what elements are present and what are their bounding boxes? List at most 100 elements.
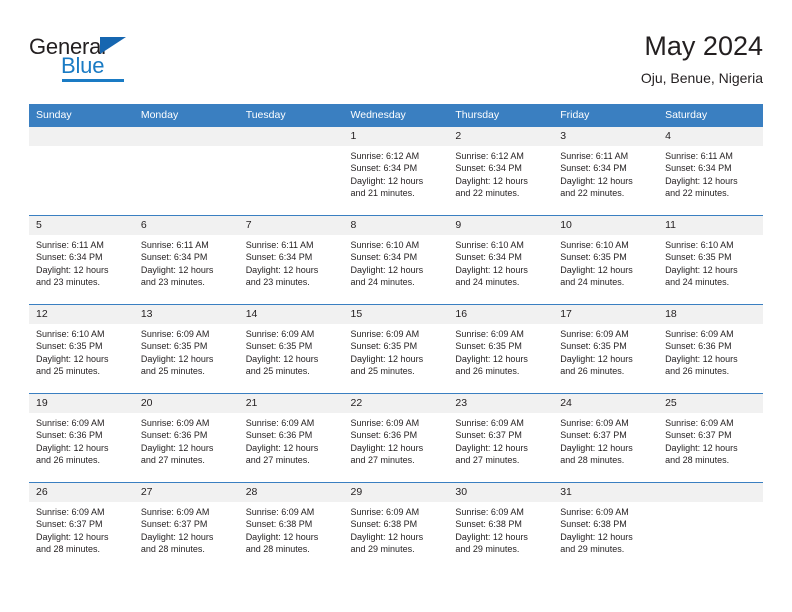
daylight-text-line2: and 26 minutes.	[36, 454, 101, 465]
calendar-week-row: 12 Sunrise: 6:10 AM Sunset: 6:35 PM Dayligh…	[29, 304, 763, 394]
calendar-day-cell[interactable]: 28 Sunrise: 6:09 AM Sunset: 6:38 PM Dayligh…	[238, 482, 344, 571]
day-number: 30	[448, 483, 554, 502]
calendar-day-cell[interactable]: 30 Sunrise: 6:09 AM Sunset: 6:38 PM Dayligh…	[448, 482, 554, 571]
day-sun-info: Sunrise: 6:09 AM Sunset: 6:38 PM Daylight:…	[344, 502, 449, 555]
calendar-day-cell[interactable]: 7 Sunrise: 6:11 AM Sunset: 6:34 PM Daylight…	[238, 215, 344, 305]
calendar-day-cell[interactable]: 29 Sunrise: 6:09 AM Sunset: 6:38 PM Dayligh…	[343, 482, 449, 571]
calendar-day-cell[interactable]: 23 Sunrise: 6:09 AM Sunset: 6:37 PM Dayligh…	[448, 393, 554, 483]
calendar-day-cell[interactable]: 15 Sunrise: 6:09 AM Sunset: 6:35 PM Dayligh…	[343, 304, 449, 394]
sunset-text: Sunset: 6:36 PM	[36, 430, 103, 441]
daylight-text-line2: and 26 minutes.	[455, 365, 520, 376]
calendar-day-cell[interactable]: 10 Sunrise: 6:10 AM Sunset: 6:35 PM Dayligh…	[553, 215, 659, 305]
calendar-day-cell[interactable]: 26 Sunrise: 6:09 AM Sunset: 6:37 PM Dayligh…	[29, 482, 134, 571]
calendar-day-cell[interactable]: 1 Sunrise: 6:12 AM Sunset: 6:34 PM Daylight…	[343, 126, 449, 216]
weekday-header-wednesday: Wednesday	[343, 104, 449, 127]
sunrise-text: Sunrise: 6:09 AM	[140, 507, 210, 517]
calendar-day-cell[interactable]: 13 Sunrise: 6:09 AM Sunset: 6:35 PM Dayligh…	[133, 304, 239, 394]
daylight-text-line2: and 26 minutes.	[665, 365, 730, 376]
day-number: 20	[133, 394, 239, 413]
weekday-header-sunday: Sunday	[29, 104, 134, 127]
day-sun-info: Sunrise: 6:09 AM Sunset: 6:37 PM Daylight:…	[553, 413, 658, 466]
day-number: 19	[29, 394, 134, 413]
sunset-text: Sunset: 6:37 PM	[665, 430, 732, 441]
daylight-text-line1: Daylight: 12 hours	[560, 175, 633, 186]
day-number: 28	[238, 483, 344, 502]
calendar-day-cell[interactable]: 27 Sunrise: 6:09 AM Sunset: 6:37 PM Dayligh…	[133, 482, 239, 571]
calendar-day-cell[interactable]: 14 Sunrise: 6:09 AM Sunset: 6:35 PM Dayligh…	[238, 304, 344, 394]
daylight-text-line2: and 22 minutes.	[560, 187, 625, 198]
general-blue-logo[interactable]: General Blue	[29, 34, 219, 90]
daylight-text-line2: and 23 minutes.	[245, 276, 310, 287]
calendar-day-cell[interactable]: 19 Sunrise: 6:09 AM Sunset: 6:36 PM Dayligh…	[29, 393, 134, 483]
day-sun-info: Sunrise: 6:09 AM Sunset: 6:36 PM Daylight:…	[658, 324, 763, 377]
sunrise-text: Sunrise: 6:09 AM	[140, 329, 210, 339]
day-number: 15	[343, 305, 449, 324]
calendar-day-cell[interactable]: 25 Sunrise: 6:09 AM Sunset: 6:37 PM Dayligh…	[658, 393, 763, 483]
weekday-header-saturday: Saturday	[658, 104, 763, 127]
sunset-text: Sunset: 6:34 PM	[455, 252, 522, 263]
day-number: 2	[448, 127, 554, 146]
calendar-day-cell-empty	[238, 126, 344, 216]
sunset-text: Sunset: 6:34 PM	[140, 252, 208, 263]
day-sun-info: Sunrise: 6:09 AM Sunset: 6:36 PM Daylight:…	[29, 413, 134, 466]
sunrise-text: Sunrise: 6:09 AM	[245, 507, 315, 517]
day-sun-info: Sunrise: 6:09 AM Sunset: 6:35 PM Daylight:…	[134, 324, 239, 377]
daylight-text-line1: Daylight: 12 hours	[350, 531, 424, 542]
calendar-day-cell[interactable]: 16 Sunrise: 6:09 AM Sunset: 6:35 PM Dayligh…	[448, 304, 554, 394]
daylight-text-line2: and 28 minutes.	[245, 543, 310, 554]
daylight-text-line2: and 22 minutes.	[665, 187, 730, 198]
sunrise-text: Sunrise: 6:09 AM	[245, 329, 315, 339]
calendar-day-cell[interactable]: 12 Sunrise: 6:10 AM Sunset: 6:35 PM Dayligh…	[29, 304, 134, 394]
day-sun-info: Sunrise: 6:11 AM Sunset: 6:34 PM Daylight:…	[134, 235, 239, 288]
day-sun-info: Sunrise: 6:09 AM Sunset: 6:35 PM Daylight:…	[239, 324, 344, 377]
calendar-day-cell[interactable]: 24 Sunrise: 6:09 AM Sunset: 6:37 PM Dayligh…	[553, 393, 659, 483]
day-sun-info: Sunrise: 6:09 AM Sunset: 6:38 PM Daylight:…	[448, 502, 553, 555]
daylight-text-line1: Daylight: 12 hours	[455, 353, 528, 364]
sunrise-text: Sunrise: 6:10 AM	[350, 240, 420, 250]
daylight-text-line1: Daylight: 12 hours	[350, 264, 424, 275]
sunrise-text: Sunrise: 6:11 AM	[140, 240, 209, 250]
day-sun-info	[658, 502, 763, 555]
day-number: 25	[658, 394, 763, 413]
calendar-day-cell[interactable]: 3 Sunrise: 6:11 AM Sunset: 6:34 PM Daylight…	[553, 126, 659, 216]
daylight-text-line1: Daylight: 12 hours	[245, 531, 319, 542]
calendar-day-cell[interactable]: 2 Sunrise: 6:12 AM Sunset: 6:34 PM Daylight…	[448, 126, 554, 216]
logo-underline	[62, 79, 124, 82]
day-sun-info: Sunrise: 6:10 AM Sunset: 6:35 PM Daylight:…	[29, 324, 134, 377]
daylight-text-line1: Daylight: 12 hours	[245, 264, 319, 275]
day-number: 4	[658, 127, 763, 146]
calendar-day-cell[interactable]: 6 Sunrise: 6:11 AM Sunset: 6:34 PM Daylight…	[133, 215, 239, 305]
calendar-day-cell[interactable]: 9 Sunrise: 6:10 AM Sunset: 6:34 PM Daylight…	[448, 215, 554, 305]
daylight-text-line1: Daylight: 12 hours	[665, 264, 738, 275]
calendar-day-cell[interactable]: 21 Sunrise: 6:09 AM Sunset: 6:36 PM Dayligh…	[238, 393, 344, 483]
sunrise-text: Sunrise: 6:09 AM	[560, 329, 629, 339]
sunset-text: Sunset: 6:38 PM	[455, 519, 522, 530]
day-sun-info: Sunrise: 6:09 AM Sunset: 6:36 PM Daylight:…	[239, 413, 344, 466]
day-number	[133, 127, 239, 146]
sunset-text: Sunset: 6:35 PM	[350, 341, 418, 352]
calendar-day-cell[interactable]: 8 Sunrise: 6:10 AM Sunset: 6:34 PM Daylight…	[343, 215, 449, 305]
calendar-day-cell[interactable]: 17 Sunrise: 6:09 AM Sunset: 6:35 PM Dayligh…	[553, 304, 659, 394]
sunset-text: Sunset: 6:34 PM	[455, 163, 522, 174]
calendar-day-cell[interactable]: 31 Sunrise: 6:09 AM Sunset: 6:38 PM Dayligh…	[553, 482, 659, 571]
calendar-day-cell[interactable]: 18 Sunrise: 6:09 AM Sunset: 6:36 PM Dayligh…	[658, 304, 763, 394]
calendar-day-cell[interactable]: 11 Sunrise: 6:10 AM Sunset: 6:35 PM Dayligh…	[658, 215, 763, 305]
day-sun-info: Sunrise: 6:09 AM Sunset: 6:36 PM Daylight:…	[344, 413, 449, 466]
daylight-text-line2: and 22 minutes.	[455, 187, 520, 198]
daylight-text-line2: and 28 minutes.	[36, 543, 101, 554]
sunset-text: Sunset: 6:35 PM	[36, 341, 103, 352]
calendar-day-cell[interactable]: 5 Sunrise: 6:11 AM Sunset: 6:34 PM Daylight…	[29, 215, 134, 305]
sunrise-text: Sunrise: 6:11 AM	[36, 240, 104, 250]
sunrise-text: Sunrise: 6:09 AM	[665, 329, 734, 339]
page-subtitle: Oju, Benue, Nigeria	[640, 70, 763, 86]
day-number	[29, 127, 134, 146]
calendar-day-cell[interactable]: 22 Sunrise: 6:09 AM Sunset: 6:36 PM Dayligh…	[343, 393, 449, 483]
calendar-day-cell[interactable]: 20 Sunrise: 6:09 AM Sunset: 6:36 PM Dayligh…	[133, 393, 239, 483]
calendar-week-row: 1 Sunrise: 6:12 AM Sunset: 6:34 PM Daylight…	[29, 126, 763, 216]
calendar-day-cell[interactable]: 4 Sunrise: 6:11 AM Sunset: 6:34 PM Daylight…	[658, 126, 763, 216]
day-number: 11	[658, 216, 763, 235]
day-sun-info: Sunrise: 6:09 AM Sunset: 6:36 PM Daylight:…	[134, 413, 239, 466]
day-sun-info: Sunrise: 6:11 AM Sunset: 6:34 PM Daylight:…	[239, 235, 344, 288]
daylight-text-line1: Daylight: 12 hours	[350, 442, 424, 453]
day-sun-info: Sunrise: 6:10 AM Sunset: 6:35 PM Daylight:…	[553, 235, 658, 288]
